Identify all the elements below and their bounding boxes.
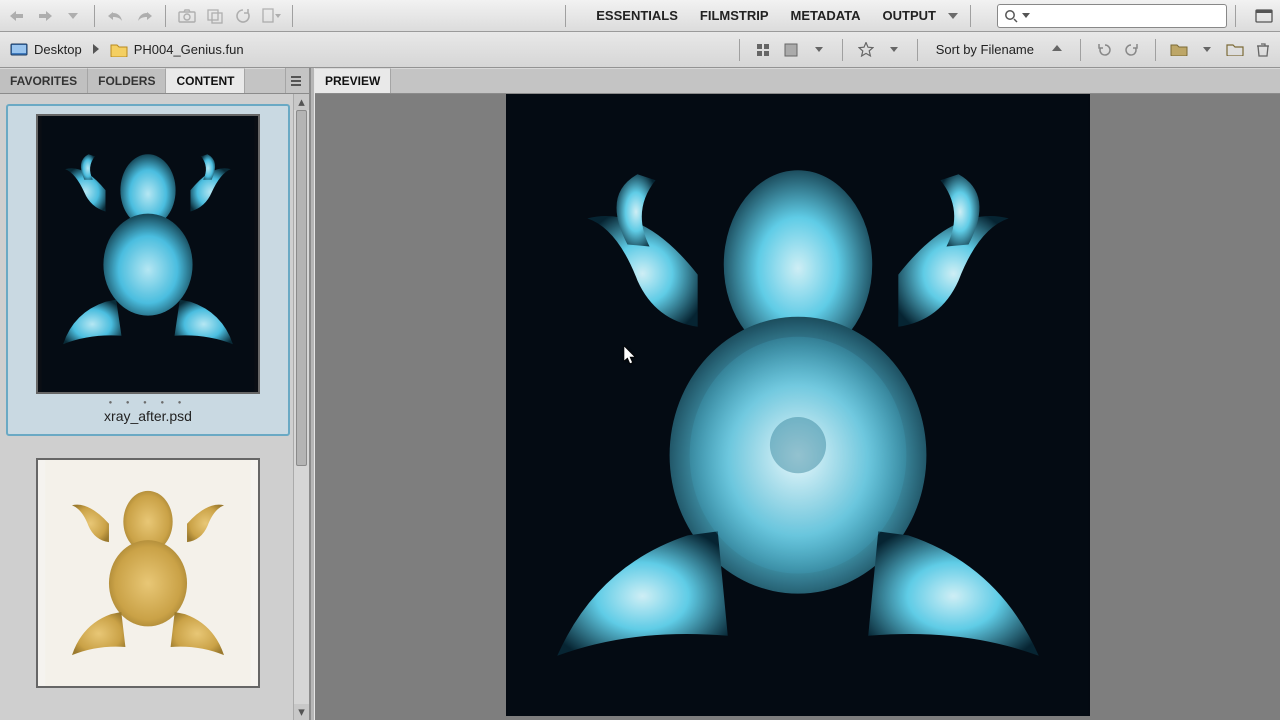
frog-xray-thumbnail-art <box>38 116 258 392</box>
scroll-thumb[interactable] <box>296 110 307 466</box>
panel-menu-button[interactable] <box>285 68 309 93</box>
thumbnail-item[interactable] <box>6 448 290 700</box>
content-panel: FAVORITES FOLDERS CONTENT <box>0 68 310 720</box>
new-folder-button[interactable] <box>1224 39 1246 61</box>
breadcrumb-desktop-label: Desktop <box>34 42 82 57</box>
open-recent-dropdown[interactable] <box>1196 39 1218 61</box>
compact-mode-button[interactable] <box>1252 4 1276 28</box>
get-photos-icon[interactable] <box>174 4 200 28</box>
scrollbar[interactable]: ▴ ▾ <box>293 94 309 720</box>
main-area: FAVORITES FOLDERS CONTENT <box>0 68 1280 720</box>
tab-favorites[interactable]: FAVORITES <box>0 68 88 93</box>
preview-panel: PREVIEW <box>315 68 1280 720</box>
thumbnail-image <box>36 458 260 688</box>
refresh-icon[interactable] <box>230 4 256 28</box>
open-recent-folder-button[interactable] <box>1168 39 1190 61</box>
separator <box>1080 39 1081 61</box>
main-toolbar: ESSENTIALS FILMSTRIP METADATA OUTPUT <box>0 0 1280 32</box>
chevron-down-icon <box>1022 13 1030 18</box>
filter-dropdown[interactable] <box>883 39 905 61</box>
separator <box>1235 5 1236 27</box>
frog-plain-thumbnail-art <box>38 460 258 686</box>
new-item-dropdown[interactable] <box>258 4 284 28</box>
breadcrumb-folder[interactable]: PH004_Genius.fun <box>106 40 248 60</box>
preview-panel-tabs: PREVIEW <box>315 68 1280 94</box>
nav-forward-button[interactable] <box>32 4 58 28</box>
preview-viewport[interactable] <box>315 94 1280 720</box>
separator <box>739 39 740 61</box>
search-input[interactable] <box>1034 6 1220 26</box>
separator <box>292 5 293 27</box>
workspace-filmstrip[interactable]: FILMSTRIP <box>698 6 771 25</box>
workspace-tabs: ESSENTIALS FILMSTRIP METADATA OUTPUT <box>594 6 962 25</box>
separator <box>94 5 95 27</box>
tab-content[interactable]: CONTENT <box>166 68 245 93</box>
thumbnail-filename: xray_after.psd <box>12 408 284 430</box>
separator <box>917 39 918 61</box>
separator <box>1155 39 1156 61</box>
view-grid-button[interactable] <box>752 39 774 61</box>
tab-folders[interactable]: FOLDERS <box>88 68 166 93</box>
redo-button[interactable] <box>131 4 157 28</box>
rating-dots[interactable]: ● ● ● ● ● <box>12 400 284 406</box>
rotate-cw-button[interactable] <box>1121 39 1143 61</box>
sort-label[interactable]: Sort by Filename <box>930 42 1040 57</box>
left-panel-tabs: FAVORITES FOLDERS CONTENT <box>0 68 309 94</box>
scroll-up-button[interactable]: ▴ <box>294 94 309 110</box>
search-input-wrap[interactable] <box>997 4 1227 28</box>
desktop-icon <box>10 42 28 58</box>
separator <box>565 5 566 27</box>
delete-button[interactable] <box>1252 39 1274 61</box>
frog-xray-preview-art <box>506 94 1090 716</box>
folder-icon <box>110 42 128 58</box>
tab-preview[interactable]: PREVIEW <box>315 68 391 93</box>
path-bar: Desktop PH004_Genius.fun Sort by Filenam… <box>0 32 1280 68</box>
refine-icon[interactable] <box>202 4 228 28</box>
workspace-output[interactable]: OUTPUT <box>881 6 938 25</box>
scroll-track[interactable] <box>294 110 309 704</box>
separator <box>165 5 166 27</box>
view-dropdown[interactable] <box>808 39 830 61</box>
rotate-ccw-button[interactable] <box>1093 39 1115 61</box>
scroll-down-button[interactable]: ▾ <box>294 704 309 720</box>
separator <box>842 39 843 61</box>
workspace-metadata[interactable]: METADATA <box>789 6 863 25</box>
sort-direction-button[interactable] <box>1046 39 1068 61</box>
breadcrumb-desktop[interactable]: Desktop <box>6 40 86 60</box>
separator <box>970 5 971 27</box>
breadcrumb-separator <box>90 42 102 57</box>
nav-back-button[interactable] <box>4 4 30 28</box>
search-icon <box>1004 9 1018 23</box>
workspace-more-dropdown[interactable] <box>948 6 962 25</box>
search-container <box>997 4 1227 28</box>
breadcrumb-folder-label: PH004_Genius.fun <box>134 42 244 57</box>
undo-button[interactable] <box>103 4 129 28</box>
preview-image <box>506 94 1090 716</box>
filter-star-button[interactable] <box>855 39 877 61</box>
workspace-essentials[interactable]: ESSENTIALS <box>594 6 680 25</box>
pathbar-right-tools: Sort by Filename <box>733 39 1274 61</box>
view-detail-button[interactable] <box>780 39 802 61</box>
thumbnail-item[interactable]: ● ● ● ● ● xray_after.psd <box>6 104 290 436</box>
nav-recent-dropdown[interactable] <box>60 4 86 28</box>
thumbnail-list: ● ● ● ● ● xray_after.psd <box>0 94 309 720</box>
thumbnail-image <box>36 114 260 394</box>
